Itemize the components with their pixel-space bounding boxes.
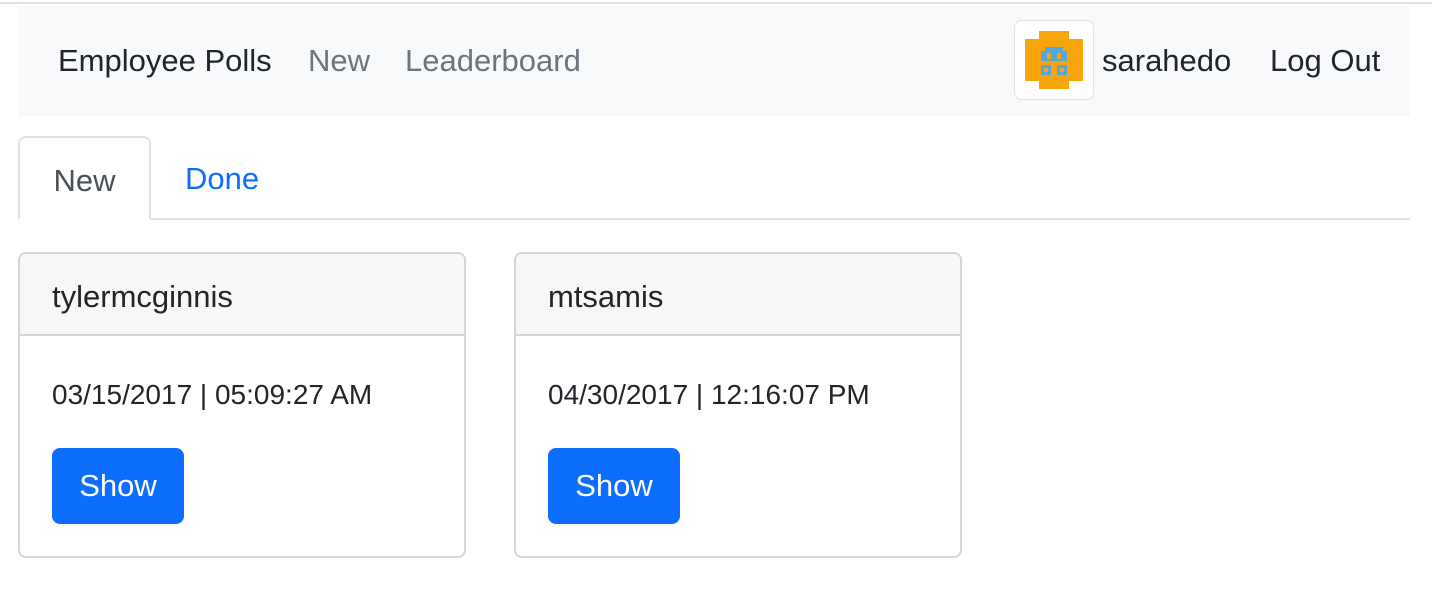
poll-card: tylermcginnis 03/15/2017 | 05:09:27 AM S… — [18, 252, 466, 558]
poll-timestamp: 03/15/2017 | 05:09:27 AM — [52, 379, 373, 410]
nav-link-leaderboard[interactable]: Leaderboard — [405, 42, 581, 80]
navbar: Employee Polls New Leaderboard sarahedo … — [18, 6, 1410, 116]
poll-card: mtsamis 04/30/2017 | 12:16:07 PM Show — [514, 252, 962, 558]
poll-author: tylermcginnis — [20, 254, 464, 336]
pixel-avatar-icon — [1025, 31, 1083, 89]
poll-tabs: New Done — [18, 136, 1410, 220]
top-divider — [0, 2, 1432, 4]
logout-button[interactable]: Log Out — [1270, 42, 1380, 80]
poll-timestamp: 04/30/2017 | 12:16:07 PM — [548, 379, 870, 410]
poll-author: mtsamis — [516, 254, 960, 336]
username: sarahedo — [1102, 43, 1232, 78]
show-poll-button[interactable]: Show — [52, 448, 184, 524]
avatar — [1014, 20, 1094, 100]
tab-new[interactable]: New — [18, 136, 151, 220]
tab-done[interactable]: Done — [185, 136, 259, 220]
nav-link-new[interactable]: New — [308, 42, 370, 80]
show-poll-button[interactable]: Show — [548, 448, 680, 524]
brand-link[interactable]: Employee Polls — [58, 42, 272, 80]
